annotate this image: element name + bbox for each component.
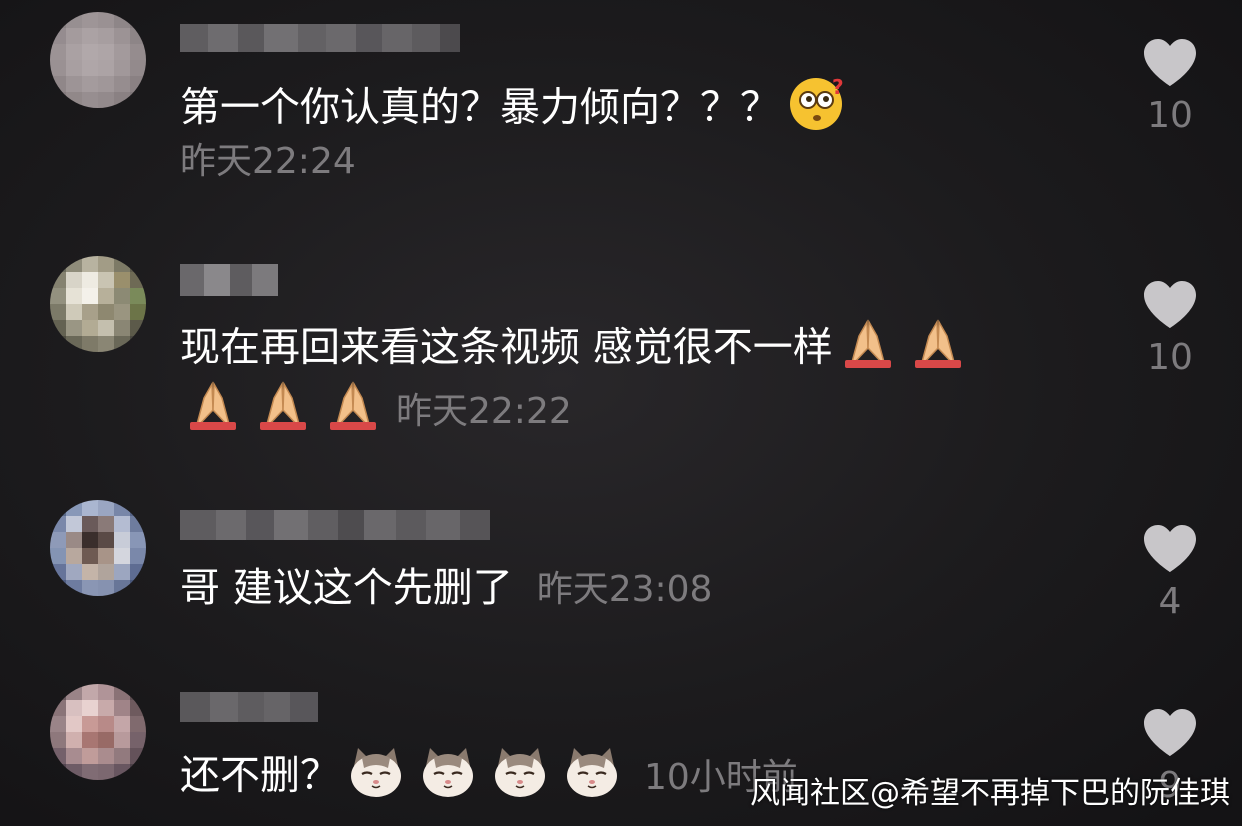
like-count: 10: [1147, 337, 1193, 378]
comment-text: 哥 建议这个先删了 昨天23:08: [180, 564, 712, 614]
username-blurred[interactable]: [180, 264, 278, 296]
like-button[interactable]: 4: [1130, 524, 1210, 624]
heart-icon: [1144, 281, 1196, 328]
comment-time: 昨天22:24: [180, 141, 356, 182]
cat-face-emoji: [420, 746, 476, 809]
comment-text-content: 还不删？: [180, 752, 340, 799]
cat-face-emoji: [348, 746, 404, 809]
comment-time: 昨天22:22: [396, 390, 572, 432]
cat-face-emoji: [492, 746, 548, 809]
comment-text-content: 哥 建议这个先删了: [180, 565, 513, 611]
avatar[interactable]: [50, 12, 146, 108]
comment-text: 还不删？ 10小时前: [180, 746, 798, 809]
svg-text:?: ?: [832, 76, 844, 99]
username-blurred[interactable]: [180, 692, 318, 722]
avatar-mosaic: [50, 12, 146, 108]
heart-icon: [1144, 525, 1196, 572]
comment-text: 现在再回来看这条视频 感觉很不一样: [180, 318, 973, 381]
avatar[interactable]: [50, 500, 146, 596]
username-blurred[interactable]: [180, 510, 490, 540]
comment-text-content: 第一个你认真的？暴力倾向？？？: [180, 84, 780, 131]
avatar[interactable]: [50, 256, 146, 352]
dizzy-face-emoji: ?: [788, 75, 848, 143]
avatar-mosaic: [50, 500, 146, 596]
username-blurred[interactable]: [180, 24, 460, 52]
folded-hands-emoji: [911, 318, 965, 381]
like-button[interactable]: 10: [1130, 280, 1210, 380]
like-count: 10: [1147, 95, 1193, 136]
watermark: 风闻社区@希望不再掉下巴的阮佳琪: [750, 776, 1230, 811]
avatar-mosaic: [50, 256, 146, 352]
like-button[interactable]: 10: [1130, 38, 1210, 138]
heart-icon: [1144, 39, 1196, 86]
comment-text-content: 现在再回来看这条视频 感觉很不一样: [180, 324, 833, 371]
folded-hands-emoji: [841, 318, 895, 381]
avatar[interactable]: [50, 684, 146, 780]
comment-text: 第一个你认真的？暴力倾向？？？ ?: [180, 75, 856, 143]
comment-text-line2: 昨天22:22: [178, 380, 572, 443]
cat-face-emoji: [564, 746, 620, 809]
like-count: 4: [1158, 581, 1182, 622]
comment-time: 昨天23:08: [536, 569, 713, 610]
folded-hands-emoji: [186, 380, 240, 443]
avatar-mosaic: [50, 684, 146, 780]
heart-icon: [1144, 709, 1196, 756]
folded-hands-emoji: [326, 380, 380, 443]
folded-hands-emoji: [256, 380, 310, 443]
